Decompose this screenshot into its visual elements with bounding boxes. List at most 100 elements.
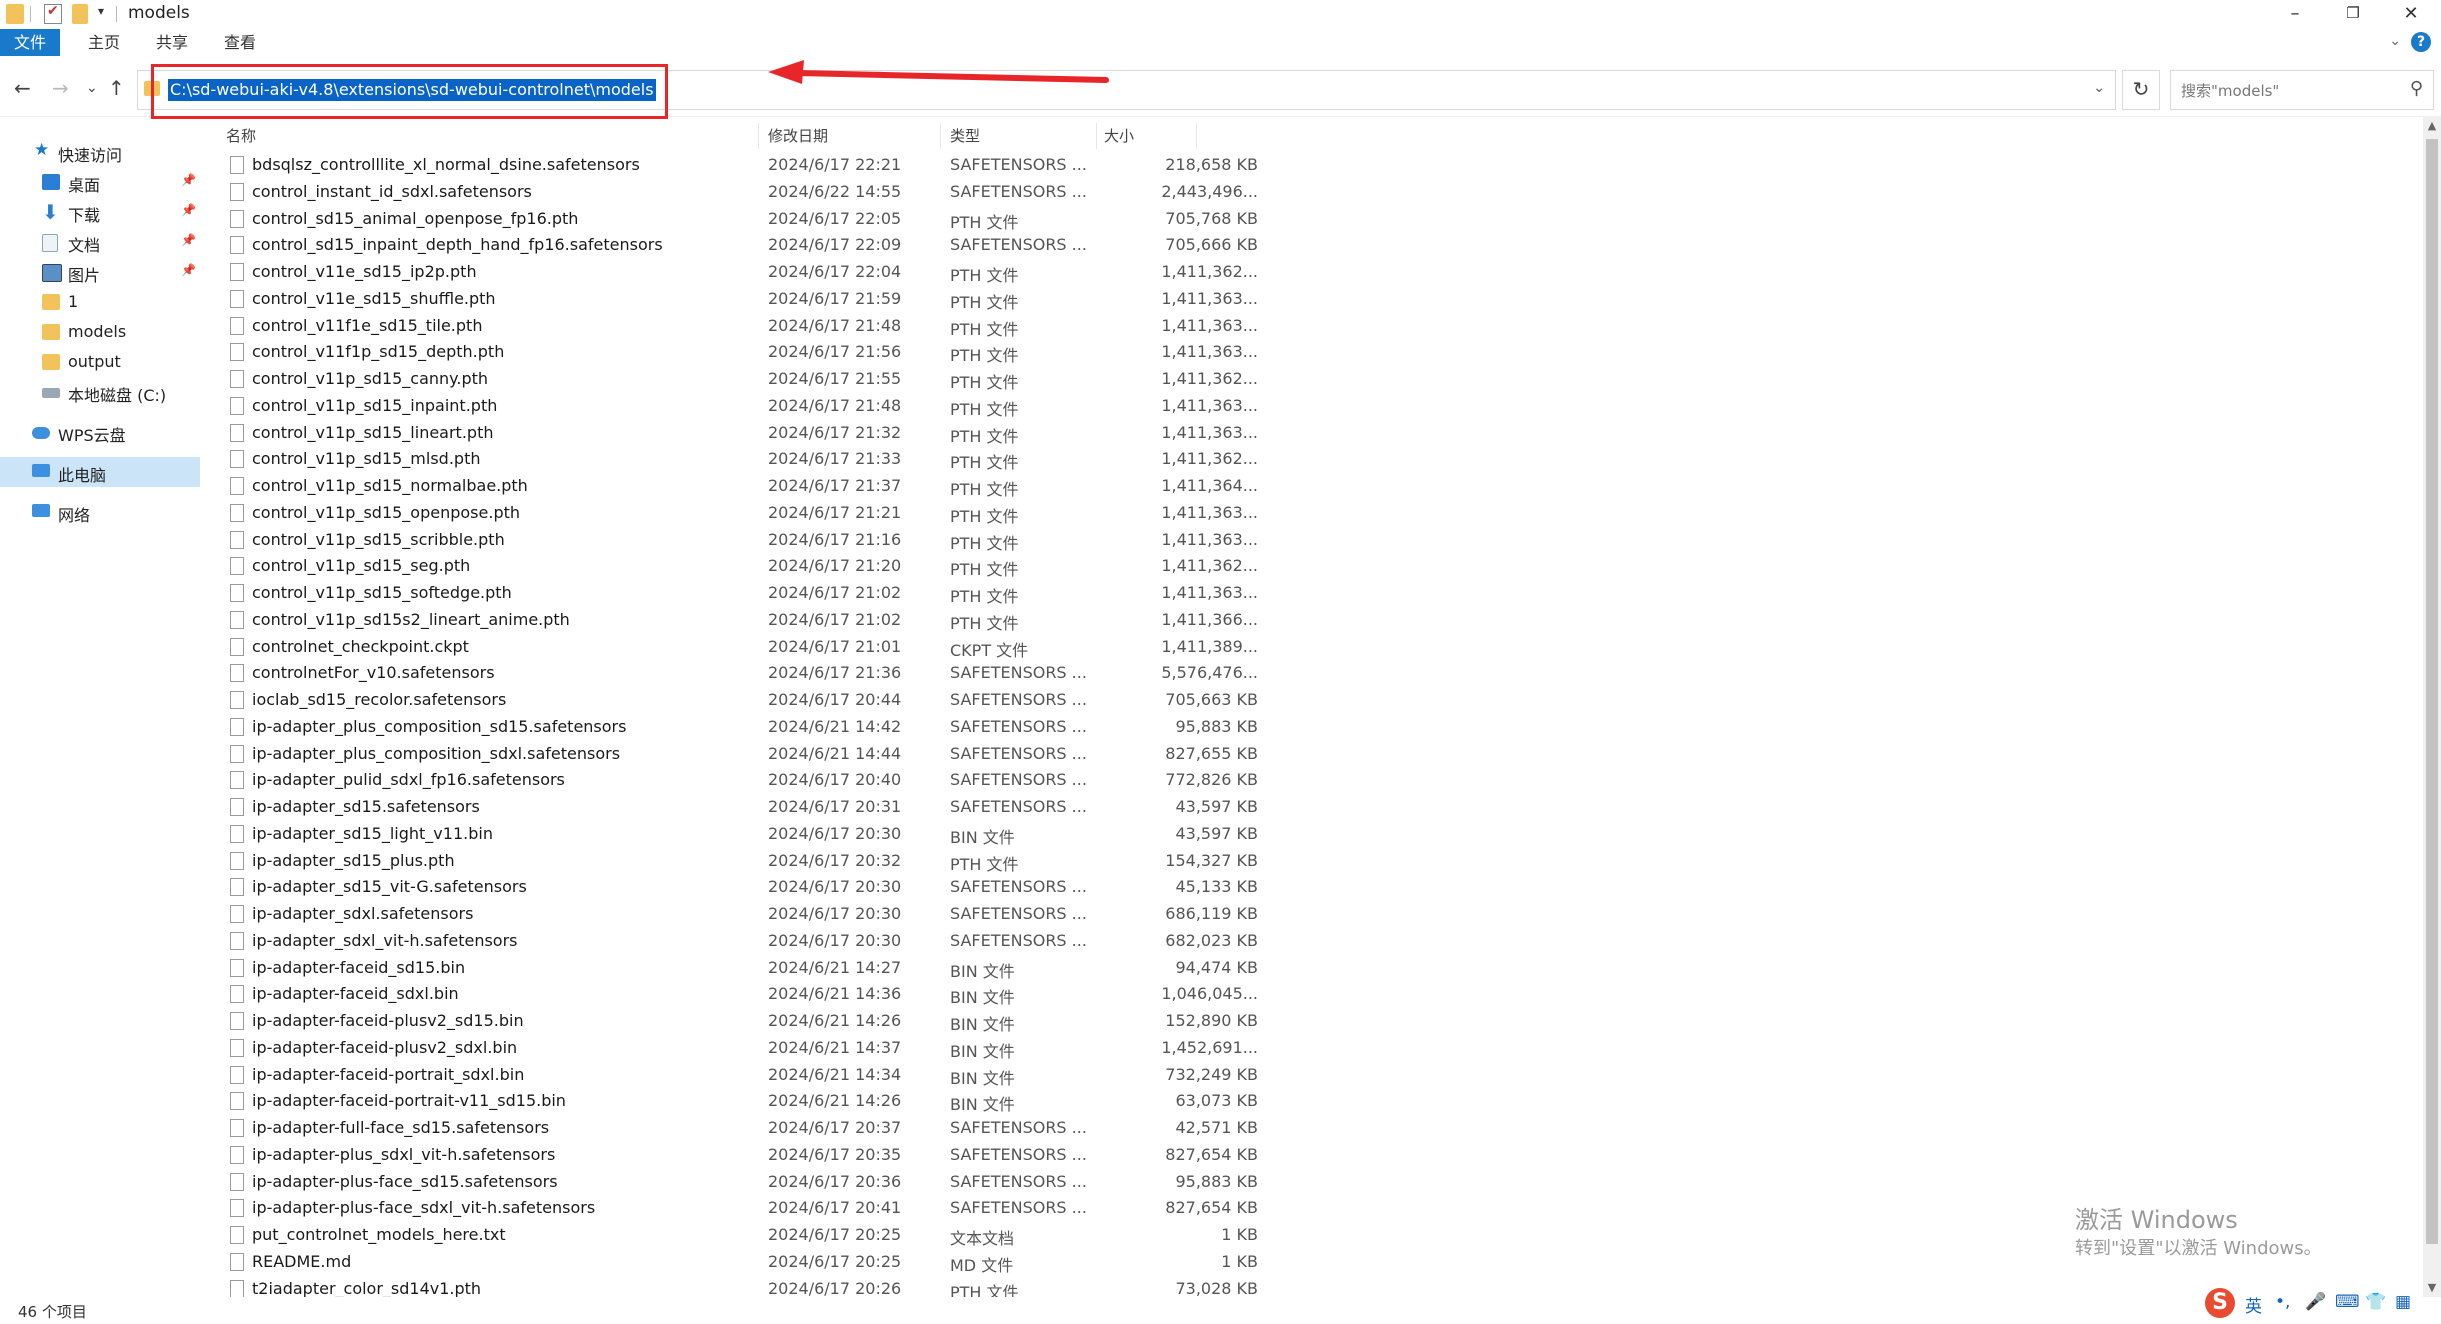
file-row[interactable]: control_v11p_sd15_openpose.pth 2024/6/17 …: [230, 501, 1258, 527]
forward-button[interactable]: →: [52, 76, 69, 100]
new-folder-icon[interactable]: [72, 4, 88, 24]
close-button[interactable]: ✕: [2382, 0, 2440, 29]
file-row[interactable]: ip-adapter-plus-face_sdxl_vit-h.safetens…: [230, 1196, 1258, 1222]
address-path[interactable]: C:\sd-webui-aki-v4.8\extensions\sd-webui…: [168, 79, 656, 101]
file-row[interactable]: control_v11e_sd15_shuffle.pth 2024/6/17 2…: [230, 287, 1258, 313]
file-row[interactable]: ip-adapter_sd15_plus.pth 2024/6/17 20:32 P…: [230, 849, 1258, 875]
file-row[interactable]: control_v11e_sd15_ip2p.pth 2024/6/17 22:0…: [230, 260, 1258, 286]
pin-icon[interactable]: 📌: [181, 263, 196, 277]
file-row[interactable]: ioclab_sd15_recolor.safetensors 2024/6/17…: [230, 688, 1258, 714]
file-row[interactable]: ip-adapter-faceid-portrait-v11_sd15.bin 2…: [230, 1089, 1258, 1115]
skin-shirt-icon[interactable]: 👕: [2365, 1292, 2386, 1312]
file-row[interactable]: ip-adapter-plus-face_sd15.safetensors 202…: [230, 1170, 1258, 1196]
sidebar-item-local-disk[interactable]: 本地磁盘 (C:): [0, 377, 200, 407]
file-row[interactable]: control_sd15_inpaint_depth_hand_fp16.saf…: [230, 233, 1258, 259]
column-divider[interactable]: [1196, 123, 1197, 149]
file-row[interactable]: control_v11p_sd15s2_lineart_anime.pth 202…: [230, 608, 1258, 634]
expand-ribbon-chevron-icon[interactable]: ⌄: [2389, 33, 2401, 49]
properties-check-icon[interactable]: [44, 3, 62, 24]
file-row[interactable]: ip-adapter_plus_composition_sdxl.safeten…: [230, 742, 1258, 768]
file-row[interactable]: ip-adapter-faceid-plusv2_sdxl.bin 2024/6/…: [230, 1036, 1258, 1062]
vertical-scrollbar[interactable]: ▲ ▼: [2423, 117, 2441, 1297]
sidebar-item-output[interactable]: output: [0, 347, 200, 377]
up-button[interactable]: ↑: [108, 76, 125, 100]
sidebar-item-documents[interactable]: 文档 📌: [0, 227, 200, 257]
sidebar-item-models[interactable]: models: [0, 317, 200, 347]
file-row[interactable]: ip-adapter_sd15_vit-G.safetensors 2024/6/…: [230, 875, 1258, 901]
pin-icon[interactable]: 📌: [181, 233, 196, 247]
tab-share[interactable]: 共享: [142, 29, 202, 56]
sidebar-item-network[interactable]: 网络: [0, 497, 200, 527]
help-icon[interactable]: ?: [2411, 32, 2431, 52]
pin-icon[interactable]: 📌: [181, 173, 196, 187]
microphone-icon[interactable]: 🎤: [2305, 1292, 2326, 1312]
sidebar-item-folder-1[interactable]: 1: [0, 287, 200, 317]
column-divider[interactable]: [758, 123, 759, 149]
column-header-date[interactable]: 修改日期: [768, 125, 828, 146]
sogou-ime-logo-icon[interactable]: S: [2205, 1288, 2235, 1318]
scrollbar-thumb[interactable]: [2426, 139, 2438, 1244]
column-divider[interactable]: [940, 123, 941, 149]
pin-icon[interactable]: 📌: [181, 203, 196, 217]
search-box[interactable]: 搜索"models" ⚲: [2170, 70, 2434, 110]
recent-locations-dropdown-icon[interactable]: ⌄: [86, 80, 98, 96]
file-row[interactable]: ip-adapter-faceid_sdxl.bin 2024/6/21 14:3…: [230, 982, 1258, 1008]
file-row[interactable]: bdsqlsz_controlllite_xl_normal_dsine.saf…: [230, 153, 1258, 179]
file-row[interactable]: controlnet_checkpoint.ckpt 2024/6/17 21:0…: [230, 635, 1258, 661]
file-row[interactable]: control_v11p_sd15_softedge.pth 2024/6/17 …: [230, 581, 1258, 607]
file-row[interactable]: ip-adapter_sdxl.safetensors 2024/6/17 20:…: [230, 902, 1258, 928]
sidebar-item-this-pc[interactable]: 此电脑: [0, 457, 200, 487]
file-row[interactable]: controlnetFor_v10.safetensors 2024/6/17 2…: [230, 661, 1258, 687]
keyboard-icon[interactable]: ⌨: [2335, 1292, 2360, 1312]
sidebar-item-desktop[interactable]: 桌面 📌: [0, 167, 200, 197]
address-bar[interactable]: C:\sd-webui-aki-v4.8\extensions\sd-webui…: [137, 70, 2116, 110]
maximize-button[interactable]: ❐: [2324, 0, 2382, 29]
file-row[interactable]: ip-adapter-faceid_sd15.bin 2024/6/21 14:2…: [230, 956, 1258, 982]
file-row[interactable]: ip-adapter-full-face_sd15.safetensors 202…: [230, 1116, 1258, 1142]
file-row[interactable]: control_sd15_animal_openpose_fp16.pth 202…: [230, 207, 1258, 233]
file-row[interactable]: ip-adapter_pulid_sdxl_fp16.safetensors 20…: [230, 768, 1258, 794]
file-row[interactable]: ip-adapter-plus_sdxl_vit-h.safetensors 20…: [230, 1143, 1258, 1169]
address-history-dropdown-icon[interactable]: ⌄: [2093, 80, 2105, 96]
minimize-button[interactable]: –: [2266, 0, 2324, 29]
column-divider[interactable]: [1096, 123, 1097, 149]
file-row[interactable]: control_instant_id_sdxl.safetensors 2024/…: [230, 180, 1258, 206]
tab-home[interactable]: 主页: [74, 29, 134, 56]
column-header-name[interactable]: 名称: [226, 125, 256, 146]
search-icon[interactable]: ⚲: [2410, 78, 2423, 99]
file-row[interactable]: README.md 2024/6/17 20:25 MD 文件 1 KB: [230, 1250, 1258, 1276]
refresh-button[interactable]: ↻: [2122, 70, 2160, 110]
file-row[interactable]: ip-adapter_sd15.safetensors 2024/6/17 20:…: [230, 795, 1258, 821]
file-row[interactable]: ip-adapter-faceid-portrait_sdxl.bin 2024/…: [230, 1063, 1258, 1089]
tab-file[interactable]: 文件: [0, 29, 61, 56]
file-row[interactable]: put_controlnet_models_here.txt 2024/6/17 …: [230, 1223, 1258, 1249]
file-row[interactable]: control_v11f1p_sd15_depth.pth 2024/6/17 2…: [230, 340, 1258, 366]
back-button[interactable]: ←: [14, 76, 31, 100]
tab-view[interactable]: 查看: [210, 29, 270, 56]
file-row[interactable]: ip-adapter_plus_composition_sd15.safeten…: [230, 715, 1258, 741]
toolbox-grid-icon[interactable]: ▦: [2395, 1292, 2411, 1312]
file-row[interactable]: ip-adapter-faceid-plusv2_sd15.bin 2024/6/…: [230, 1009, 1258, 1035]
quick-access-toolbar-dropdown-icon[interactable]: ▾: [98, 4, 104, 18]
sidebar-item-quick-access[interactable]: ★ 快速访问: [0, 137, 200, 167]
file-row[interactable]: ip-adapter_sd15_light_v11.bin 2024/6/17 2…: [230, 822, 1258, 848]
file-row[interactable]: control_v11p_sd15_inpaint.pth 2024/6/17 2…: [230, 394, 1258, 420]
file-row[interactable]: control_v11p_sd15_seg.pth 2024/6/17 21:20…: [230, 554, 1258, 580]
file-row[interactable]: control_v11f1e_sd15_tile.pth 2024/6/17 21…: [230, 314, 1258, 340]
ime-language-toggle[interactable]: 英: [2245, 1292, 2262, 1317]
scroll-down-icon[interactable]: ▼: [2423, 1279, 2441, 1297]
file-row[interactable]: control_v11p_sd15_lineart.pth 2024/6/17 2…: [230, 421, 1258, 447]
search-input[interactable]: 搜索"models": [2181, 80, 2279, 101]
punctuation-icon[interactable]: •,: [2275, 1292, 2290, 1312]
column-header-size[interactable]: 大小: [1104, 125, 1134, 146]
file-row[interactable]: ip-adapter_sdxl_vit-h.safetensors 2024/6/…: [230, 929, 1258, 955]
sidebar-item-wps-cloud[interactable]: WPS云盘: [0, 417, 200, 447]
sidebar-item-pictures[interactable]: 图片 📌: [0, 257, 200, 287]
file-row[interactable]: control_v11p_sd15_normalbae.pth 2024/6/17…: [230, 474, 1258, 500]
file-row[interactable]: control_v11p_sd15_canny.pth 2024/6/17 21:…: [230, 367, 1258, 393]
sidebar-item-downloads[interactable]: ⬇ 下载 📌: [0, 197, 200, 227]
column-header-type[interactable]: 类型: [950, 125, 980, 146]
scroll-up-icon[interactable]: ▲: [2423, 117, 2441, 135]
file-row[interactable]: control_v11p_sd15_scribble.pth 2024/6/17 …: [230, 528, 1258, 554]
file-row[interactable]: control_v11p_sd15_mlsd.pth 2024/6/17 21:3…: [230, 447, 1258, 473]
